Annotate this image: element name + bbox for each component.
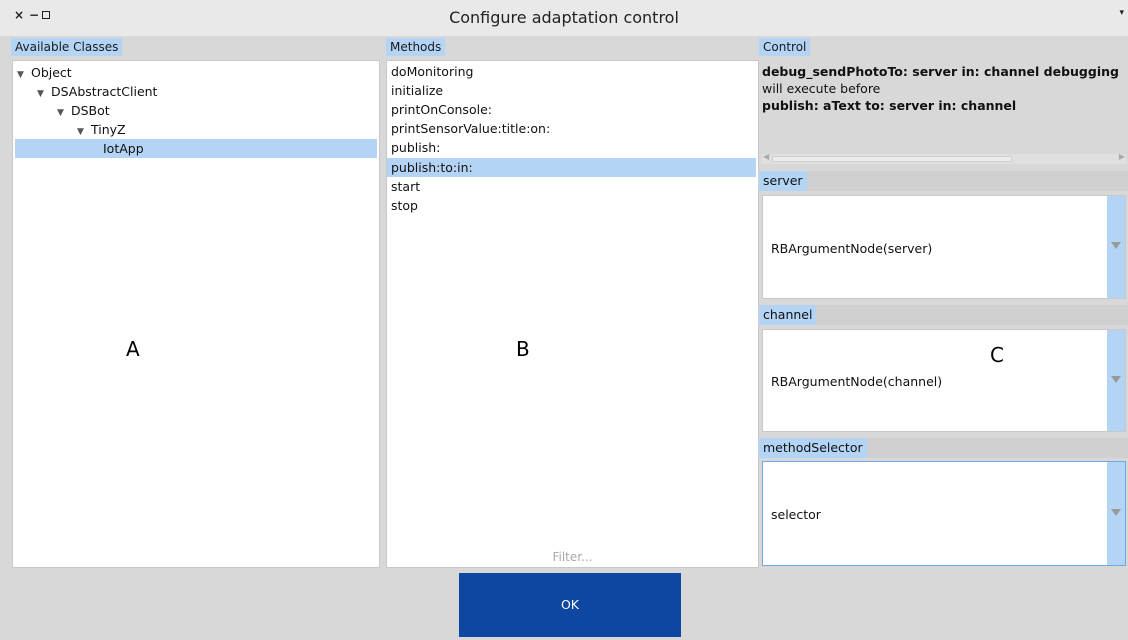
- tree-item-dsbot[interactable]: ▼ DSBot: [13, 101, 110, 120]
- chevron-down-icon: [1111, 508, 1121, 516]
- tree-item-tinyz[interactable]: ▼ TinyZ: [13, 120, 126, 139]
- channel-dropdown-value: RBArgumentNode(channel): [771, 374, 943, 389]
- window-title: Configure adaptation control: [449, 8, 679, 27]
- method-item[interactable]: publish:: [387, 138, 756, 157]
- scroll-right-icon[interactable]: ▶: [1119, 152, 1125, 161]
- methods-label: Methods: [386, 38, 446, 56]
- panel-marker-c: C: [990, 343, 1004, 367]
- tree-item-label: DSAbstractClient: [51, 84, 158, 99]
- filter-input[interactable]: Filter...: [386, 548, 759, 566]
- server-dropdown-button[interactable]: [1107, 196, 1125, 298]
- server-dropdown-value: RBArgumentNode(server): [771, 241, 933, 256]
- tree-item-iotapp[interactable]: IotApp: [15, 139, 377, 158]
- tree-item-label: TinyZ: [91, 122, 126, 137]
- tree-item-label: IotApp: [103, 141, 144, 156]
- server-label: server: [759, 171, 807, 191]
- window-menu-icon[interactable]: ▾: [1119, 8, 1124, 18]
- control-description-line-3: publish: aText to: server in: channel: [762, 98, 1017, 113]
- channel-dropdown[interactable]: RBArgumentNode(channel): [762, 329, 1126, 432]
- control-label: Control: [759, 38, 811, 56]
- channel-label: channel: [759, 305, 817, 325]
- class-tree[interactable]: ▼ Object ▼ DSAbstractClient ▼ DSBot ▼ TinyZ …: [12, 60, 380, 568]
- control-description-line-2: will execute before: [762, 81, 881, 96]
- tree-item-label: DSBot: [71, 103, 110, 118]
- title-bar: × − Configure adaptation control ▾: [0, 0, 1128, 36]
- method-item[interactable]: doMonitoring: [387, 62, 756, 81]
- tree-item-label: Object: [31, 65, 72, 80]
- panel-marker-b: B: [516, 337, 530, 361]
- scrollbar-thumb[interactable]: [772, 156, 1012, 162]
- method-selector-label: methodSelector: [759, 438, 867, 458]
- method-selector-dropdown[interactable]: selector: [762, 461, 1126, 566]
- methods-list[interactable]: doMonitoring initialize printOnConsole: …: [386, 60, 759, 568]
- server-section-bar: [758, 171, 1128, 191]
- channel-dropdown-button[interactable]: [1107, 330, 1125, 431]
- scroll-left-icon[interactable]: ◀: [763, 152, 769, 161]
- chevron-down-icon: [1111, 375, 1121, 383]
- ok-button[interactable]: OK: [459, 573, 681, 637]
- tree-item-object[interactable]: ▼ Object: [13, 63, 72, 82]
- method-item[interactable]: printSensorValue:title:on:: [387, 119, 756, 138]
- panel-marker-a: A: [126, 337, 140, 361]
- available-classes-label: Available Classes: [11, 38, 123, 56]
- chevron-down-icon: [1111, 242, 1121, 249]
- method-item[interactable]: stop: [387, 196, 756, 215]
- server-dropdown[interactable]: RBArgumentNode(server): [762, 195, 1126, 299]
- control-description-line-1: debug_sendPhotoTo: server in: channel de…: [762, 64, 1119, 79]
- method-selector-dropdown-button[interactable]: [1107, 462, 1125, 565]
- method-selector-dropdown-value: selector: [771, 507, 821, 522]
- method-item-selected[interactable]: publish:to:in:: [387, 158, 756, 177]
- method-item[interactable]: start: [387, 177, 756, 196]
- method-item[interactable]: printOnConsole:: [387, 100, 756, 119]
- method-item[interactable]: initialize: [387, 81, 756, 100]
- horizontal-scrollbar[interactable]: ◀ ▶: [762, 152, 1126, 164]
- tree-item-dsabstractclient[interactable]: ▼ DSAbstractClient: [13, 82, 157, 101]
